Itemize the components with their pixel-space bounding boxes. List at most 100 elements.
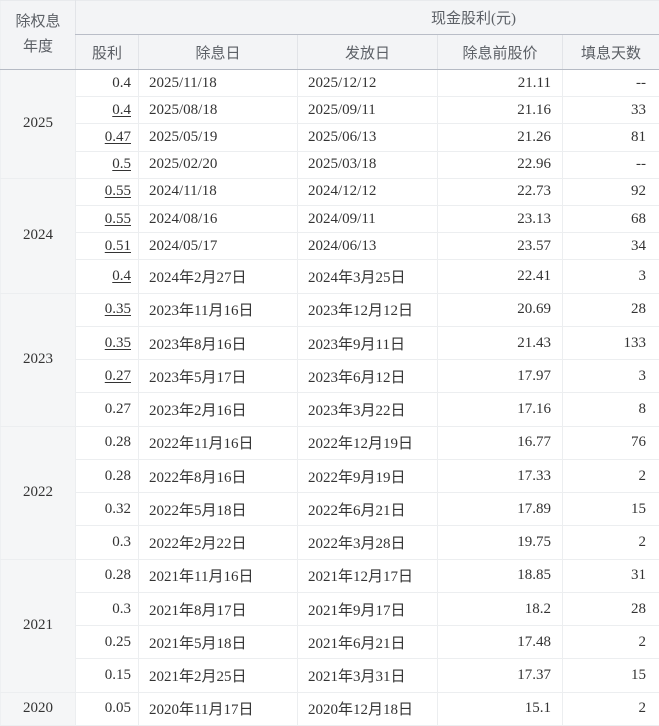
dividend-cell: 0.25 [75,625,139,660]
pay-date-cell: 2021年6月21日 [297,625,438,660]
dividend-cell: 0.35 [75,293,139,327]
price-cell: 22.41 [437,259,563,294]
table-row: 2020 0.05 2020年11月17日 2020年12月18日 15.1 2 [0,692,659,726]
year-cell: 2025 [0,69,76,179]
pay-date-cell: 2020年12月18日 [297,692,438,726]
dividend-cell: 0.15 [75,658,139,693]
table-row: 2025 0.4 2025/11/18 2025/12/12 21.11 -- [0,69,659,179]
price-cell: 20.69 [437,293,563,327]
pay-date-cell: 2023年6月12日 [297,359,438,394]
days-cell: 92 [561,178,659,207]
pay-date-cell: 2024/06/13 [297,232,438,261]
dividend-cell: 0.28 [75,426,139,460]
pay-date-cell: 2022年12月19日 [297,426,438,460]
dividend-link[interactable]: 0.35 [105,335,131,351]
dividend-link[interactable]: 0.55 [105,183,131,199]
price-cell: 17.97 [437,359,563,394]
price-cell: 21.11 [437,69,563,98]
days-cell: 31 [561,559,659,593]
year-cell: 2024 [0,178,76,294]
pay-date-cell: 2025/09/11 [297,96,438,125]
days-cell: 28 [561,592,659,627]
table-row: 2021 0.28 2021年11月16日 2021年12月17日 18.85 31 [0,559,659,693]
col-header-ex-date: 除息日 [138,34,298,70]
price-cell: 18.85 [437,559,563,593]
ex-date-cell: 2022年8月16日 [138,459,298,494]
table-row: 0.27 2023年2月16日 2023年3月22日 17.16 8 [1,392,659,427]
days-cell: -- [561,151,659,179]
pay-date-cell: 2022年9月19日 [297,459,438,494]
pay-date-cell: 2021年12月17日 [297,559,438,593]
dividend-table: 除权息 年度 现金股利(元) 股利 除息日 发放日 除息前股价 填息天数 202… [0,0,659,726]
pay-date-cell: 2025/12/12 [297,69,438,98]
dividend-link[interactable]: 0.27 [105,368,131,384]
ex-date-cell: 2022年2月22日 [138,525,298,560]
dividend-cell: 0.28 [75,459,139,494]
year-cell: 2023 [0,293,76,427]
dividend-value: 0.3 [112,534,131,551]
days-cell: 33 [561,96,659,125]
table-row: 0.25 2021年5月18日 2021年6月21日 17.48 2 [1,625,659,660]
pay-date-cell: 2025/06/13 [297,123,438,152]
table-row: 0.15 2021年2月25日 2021年3月31日 17.37 15 [1,658,659,693]
dividend-value: 0.15 [104,667,131,684]
dividend-link[interactable]: 0.55 [105,211,131,227]
price-cell: 17.89 [437,492,563,527]
dividend-cell: 0.4 [75,96,139,125]
ex-date-cell: 2024年2月27日 [138,259,298,294]
col-header-year-line1: 除权息 [15,14,61,30]
days-cell: 2 [561,625,659,660]
ex-date-cell: 2023年8月16日 [138,326,298,361]
days-cell: 81 [561,123,659,152]
table-header: 除权息 年度 现金股利(元) 股利 除息日 发放日 除息前股价 填息天数 [0,0,659,70]
price-cell: 17.16 [437,392,563,427]
ex-date-cell: 2022年11月16日 [138,426,298,460]
dividend-cell: 0.3 [75,525,139,560]
ex-date-cell: 2025/11/18 [138,69,298,98]
pay-date-cell: 2024年3月25日 [297,259,438,294]
price-cell: 21.26 [437,123,563,152]
ex-date-cell: 2025/05/19 [138,123,298,152]
col-header-cash-dividend: 现金股利(元) [74,0,659,35]
dividend-history-page: 除权息 年度 现金股利(元) 股利 除息日 发放日 除息前股价 填息天数 202… [0,0,659,726]
table-row: 0.27 2023年5月17日 2023年6月12日 17.97 3 [1,359,659,394]
price-cell: 23.13 [437,205,563,234]
dividend-link[interactable]: 0.51 [105,238,131,254]
ex-date-cell: 2021年2月25日 [138,658,298,693]
table-row: 0.4 2025/08/18 2025/09/11 21.16 33 [1,96,659,125]
days-cell: 133 [561,326,659,361]
dividend-cell: 0.4 [75,69,139,98]
ex-date-cell: 2022年5月18日 [138,492,298,527]
dividend-cell: 0.55 [75,178,139,207]
dividend-link[interactable]: 0.47 [105,129,131,145]
dividend-value: 0.28 [104,567,131,584]
ex-date-cell: 2023年2月16日 [138,392,298,427]
days-cell: 2 [561,692,659,726]
dividend-link[interactable]: 0.5 [112,156,131,172]
dividend-cell: 0.28 [75,559,139,593]
dividend-cell: 0.55 [75,205,139,234]
col-header-price-before-ex: 除息前股价 [437,34,563,70]
pay-date-cell: 2022年3月28日 [297,525,438,560]
ex-date-cell: 2021年8月17日 [138,592,298,627]
price-cell: 19.75 [437,525,563,560]
days-cell: 68 [561,205,659,234]
pay-date-cell: 2021年3月31日 [297,658,438,693]
price-cell: 23.57 [437,232,563,261]
pay-date-cell: 2021年9月17日 [297,592,438,627]
year-cell: 2021 [0,559,76,693]
pay-date-cell: 2024/09/11 [297,205,438,234]
dividend-link[interactable]: 0.35 [105,301,131,317]
price-cell: 15.1 [437,692,563,726]
dividend-value: 0.32 [104,500,131,517]
dividend-link[interactable]: 0.4 [112,102,131,118]
dividend-cell: 0.05 [75,692,139,726]
table-row: 0.35 2023年8月16日 2023年9月11日 21.43 133 [1,326,659,361]
price-cell: 17.48 [437,625,563,660]
table-row: 2024 0.55 2024/11/18 2024/12/12 22.73 92 [0,178,659,294]
dividend-link[interactable]: 0.4 [112,268,131,284]
table-row: 0.51 2024/05/17 2024/06/13 23.57 34 [1,232,659,261]
dividend-value: 0.3 [112,600,131,617]
days-cell: 28 [561,293,659,327]
col-header-year-line2: 年度 [22,39,53,55]
